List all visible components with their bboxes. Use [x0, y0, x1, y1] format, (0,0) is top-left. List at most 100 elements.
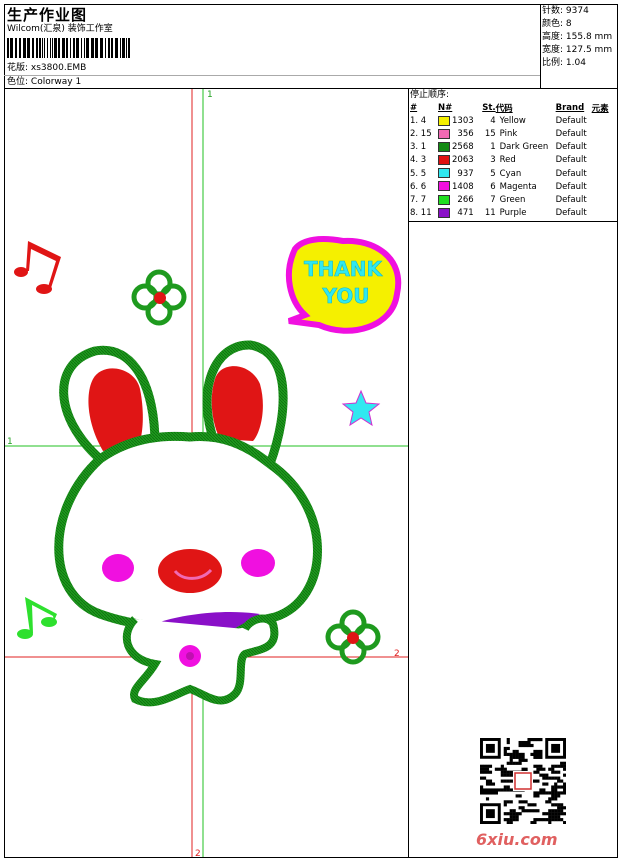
qr-module — [533, 821, 537, 825]
colorway-line: 色位: Colorway 1 — [7, 76, 81, 88]
qr-module — [551, 776, 555, 780]
qr-module — [506, 818, 510, 822]
cell-brand: Default — [555, 194, 587, 205]
qr-module — [557, 779, 561, 783]
qr-module — [539, 764, 543, 768]
cell-code: 5 — [490, 168, 496, 179]
qr-module — [563, 773, 567, 777]
qr-module — [500, 773, 504, 777]
qr-module — [524, 740, 528, 745]
qr-module — [551, 791, 555, 795]
qr-module — [509, 812, 513, 816]
barcode-bar — [10, 38, 13, 58]
color-swatch — [438, 194, 450, 205]
barcode-bar — [54, 38, 57, 58]
col-brand: Brand — [555, 102, 585, 113]
barcode-bar — [47, 38, 48, 58]
qr-module — [560, 809, 564, 813]
qr-module — [536, 752, 540, 756]
barcode-bar — [81, 38, 82, 58]
cell-index: 2. 15 — [410, 128, 432, 139]
qr-module — [533, 770, 537, 774]
qr-module — [557, 794, 561, 798]
cell-stitches: 2568 — [452, 142, 474, 153]
qr-module — [509, 770, 513, 774]
qr-module — [557, 791, 561, 795]
qr-module — [530, 809, 534, 813]
ratio-value: 1.04 — [565, 58, 586, 68]
barcode-bar — [115, 38, 118, 58]
qr-module — [503, 770, 507, 774]
color-sequence-table: # N# St. 代码 Brand 元素 1. 4 1303 4 Yellow Defa… — [410, 101, 616, 220]
qr-module — [515, 812, 519, 816]
qr-module — [506, 773, 510, 777]
qr-module — [488, 779, 493, 783]
color-swatch — [438, 115, 450, 126]
qr-module — [500, 764, 504, 768]
color-swatch — [438, 155, 450, 166]
qr-module — [551, 794, 555, 798]
qr-module — [482, 767, 487, 771]
qr-module — [512, 818, 516, 822]
guide-label-h2: 2 — [394, 649, 400, 659]
qr-module — [563, 761, 567, 765]
guide-label-v1: 1 — [207, 90, 213, 100]
qr-module — [530, 821, 534, 825]
qr-module — [497, 788, 501, 792]
cell-description: Green — [499, 194, 526, 205]
stop-sequence-title: 停止顺序: — [410, 90, 450, 100]
qr-module — [506, 770, 510, 774]
qr-module — [480, 776, 484, 780]
qr-module — [545, 800, 549, 804]
qr-module — [500, 779, 504, 783]
barcode-bar — [7, 38, 9, 58]
qr-module — [530, 752, 534, 756]
qr-module — [548, 791, 552, 795]
qr-module — [542, 788, 546, 792]
cell-swatch — [438, 180, 452, 193]
flower-top — [131, 269, 187, 326]
color-sequence-table-wrap: # N# St. 代码 Brand 元素 1. 4 1303 4 Yellow Defa… — [410, 101, 616, 220]
qr-module — [515, 818, 519, 822]
qr-module — [521, 800, 525, 804]
cell-element — [592, 193, 616, 206]
qr-module — [533, 803, 537, 807]
qr-module — [539, 773, 543, 777]
barcode-bar — [84, 38, 85, 58]
qr-module — [515, 755, 519, 759]
cell-stitches: 356 — [457, 128, 474, 139]
qr-module — [524, 758, 528, 762]
barcode-bar — [36, 38, 38, 58]
qr-module — [530, 738, 534, 742]
qr-module — [560, 812, 564, 816]
pattern-value: xs3800.EMB — [30, 63, 87, 73]
qr-module — [560, 803, 564, 807]
qr-module — [521, 755, 525, 759]
qr-module — [551, 764, 555, 768]
qr-module — [518, 806, 522, 810]
qr-module — [539, 738, 543, 742]
qr-module — [551, 743, 561, 753]
col-stitches: St. — [482, 102, 496, 113]
stat-height: 高度: 155.8 mm — [542, 31, 612, 44]
qr-module — [548, 815, 552, 819]
qr-module — [536, 791, 540, 795]
qr-module — [515, 752, 519, 756]
qr-module — [554, 791, 558, 795]
width-label: 宽度: — [542, 45, 564, 55]
qr-module — [506, 788, 510, 792]
qr-module — [545, 782, 549, 786]
qr-module — [485, 770, 490, 774]
qr-module — [560, 806, 564, 810]
cell-stitches: 266 — [457, 194, 474, 205]
barcode-bar — [86, 38, 89, 58]
barcode-bar — [126, 38, 127, 58]
qr-module — [485, 791, 490, 795]
qr-module — [480, 785, 484, 789]
qr-module — [503, 779, 507, 783]
cell-description: Purple — [499, 208, 527, 219]
table-row: 6. 6 1408 6 Magenta Default — [410, 180, 616, 193]
color-swatch — [438, 141, 450, 152]
qr-module — [533, 794, 537, 798]
cell-element — [592, 167, 616, 180]
